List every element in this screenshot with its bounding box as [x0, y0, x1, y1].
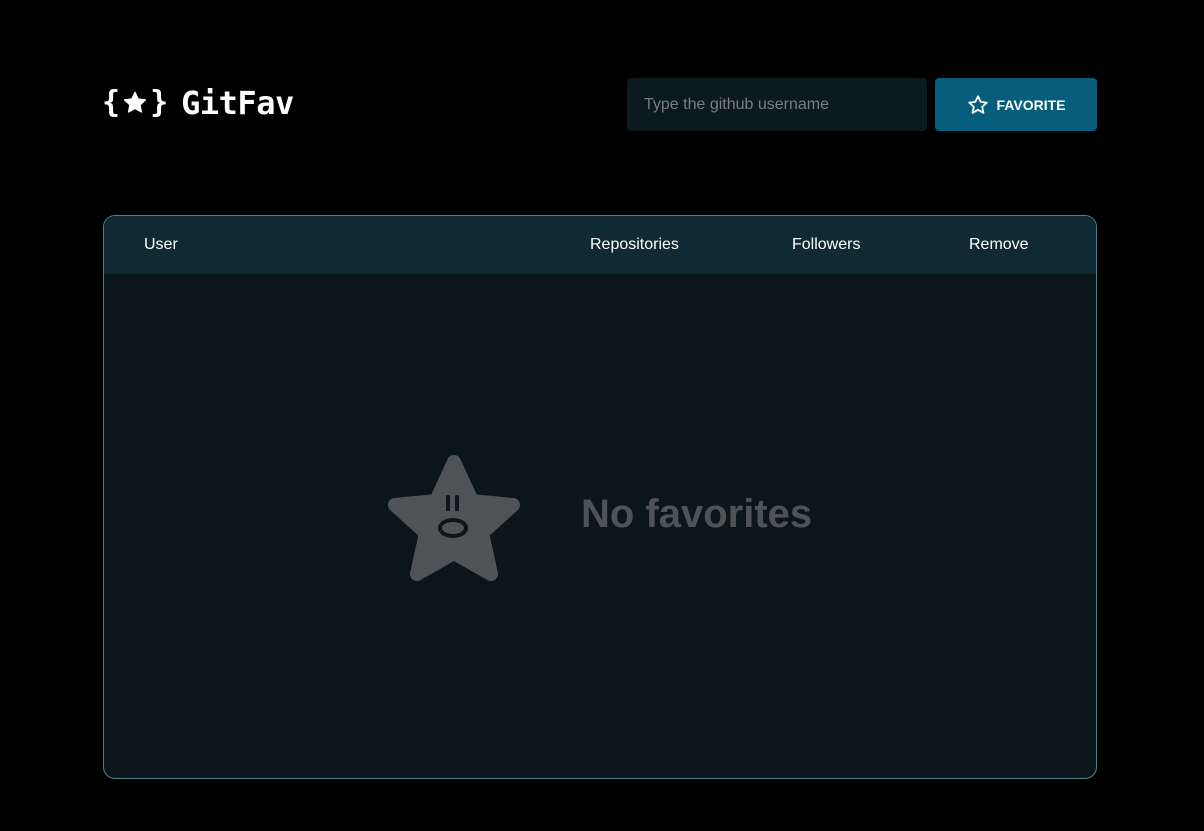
surprised-star-icon	[388, 455, 520, 581]
empty-state: No favorites	[104, 274, 1096, 778]
table-header-row: User Repositories Followers Remove	[104, 216, 1096, 274]
logo-text: GitFav	[181, 84, 294, 122]
logo: { } GitFav	[102, 84, 294, 122]
username-search-input[interactable]	[627, 78, 927, 131]
column-header-remove: Remove	[969, 236, 1029, 253]
star-outline-icon	[967, 94, 988, 114]
favorite-button-label: FAVORITE	[996, 96, 1066, 113]
star-icon	[124, 91, 147, 113]
column-header-repositories: Repositories	[590, 236, 679, 253]
empty-message: No favorites	[581, 492, 813, 536]
logo-mark: { }	[102, 88, 168, 118]
logo-brace-close: }	[150, 85, 169, 120]
favorites-table: User Repositories Followers Remove No fa…	[103, 215, 1097, 779]
favorite-button[interactable]: FAVORITE	[935, 78, 1097, 131]
logo-brace-open: {	[102, 85, 121, 120]
column-header-user: User	[144, 236, 178, 253]
column-header-followers: Followers	[792, 236, 861, 253]
